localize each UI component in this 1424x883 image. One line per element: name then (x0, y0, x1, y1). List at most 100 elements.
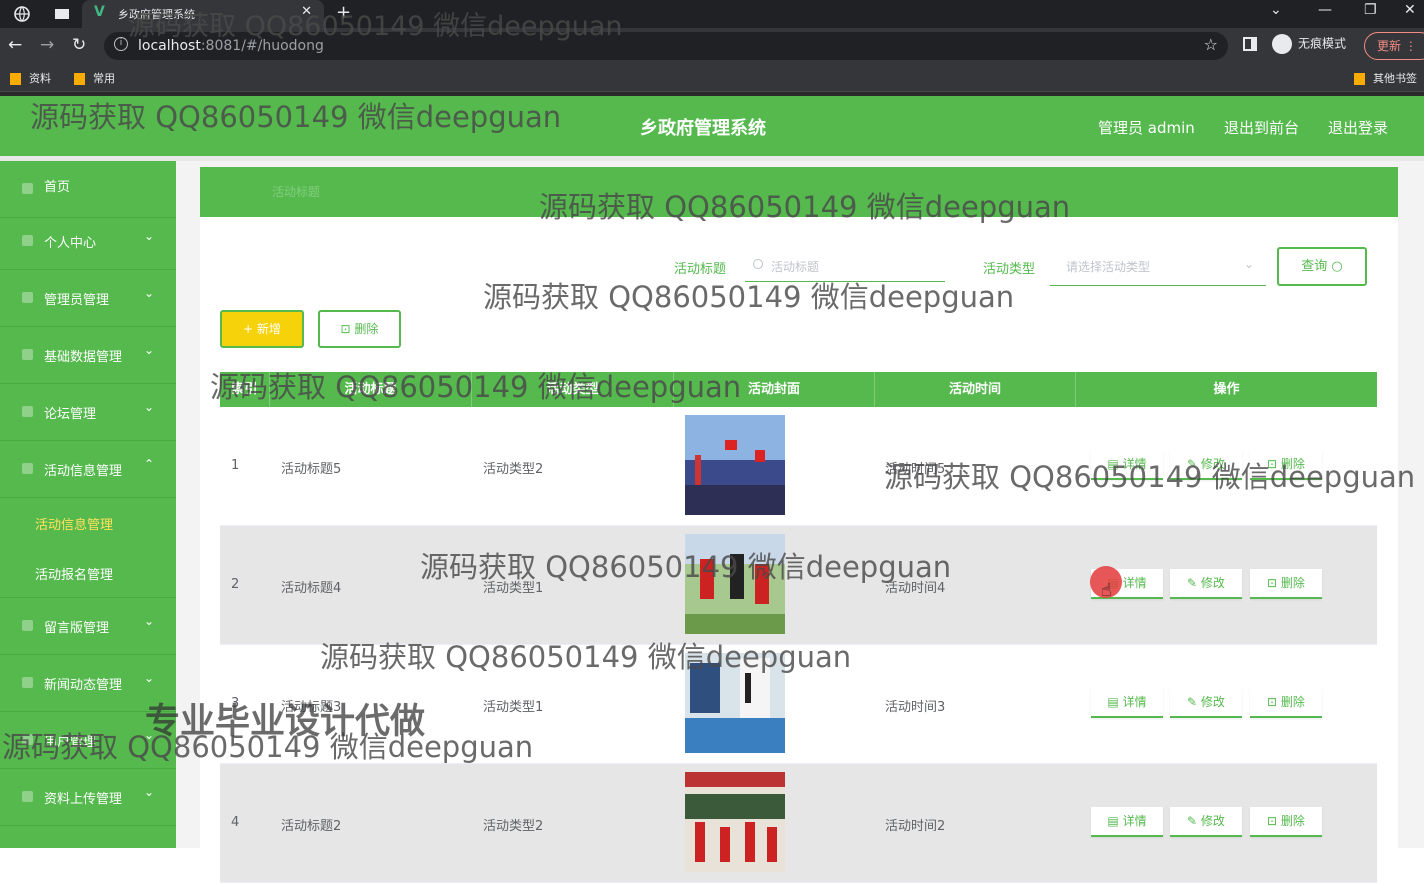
chevron-down-icon: ⌄ (144, 671, 155, 685)
pencil-icon: ✎ (1187, 814, 1201, 828)
folder-icon (1354, 73, 1365, 85)
sidebar-item-guestbook[interactable]: 留言版管理 ⌄ (0, 598, 176, 655)
sidebar-item-label: 管理员管理 (44, 293, 110, 308)
sidebar-subitem-activity-signup[interactable]: 活动报名管理 (0, 548, 176, 598)
other-bookmarks[interactable]: 其他书签 (1354, 70, 1417, 86)
logout-link[interactable]: 退出登录 (1328, 117, 1388, 138)
cell-type: 活动类型2 (483, 462, 544, 477)
edit-button[interactable]: ✎ 修改 (1170, 807, 1242, 837)
back-arrow-icon[interactable]: ← (8, 35, 22, 55)
chevron-down-icon: ⌄ (144, 614, 155, 628)
sidebar-item-label: 留言版管理 (44, 621, 110, 636)
detail-button[interactable]: ▤ 详情 (1091, 807, 1163, 837)
incognito-indicator[interactable]: 无痕模式 (1272, 34, 1346, 54)
chevron-down-icon: ⌄ (144, 785, 155, 799)
upload-icon (22, 791, 33, 802)
activity-icon (22, 463, 33, 474)
bookmark-folder-ziliao[interactable]: 资料 (10, 70, 51, 86)
sidebar-item-home[interactable]: 首页 (0, 161, 176, 218)
bookmarks-bar: 资料 常用 其他书签 (0, 64, 1424, 92)
detail-button[interactable]: ▤ 详情 (1091, 688, 1163, 718)
column-header: 操作 (1213, 382, 1240, 397)
bookmark-star-icon[interactable]: ☆ (1204, 35, 1218, 54)
batch-delete-button[interactable]: ⊡ 删除 (318, 310, 401, 348)
reload-icon[interactable]: ↻ (72, 35, 86, 55)
watermark-text: 源码获取 QQ86050149 微信deepguan (128, 11, 623, 42)
activity-table: 索引 活动标题 活动类型 活动封面 活动时间 操作 1 活动标题5 活动类型2 … (220, 372, 1377, 883)
watermark-text: 源码获取 QQ86050149 微信deepguan (320, 640, 852, 674)
watermark-text: 源码获取 QQ86050149 微信deepguan (420, 550, 952, 584)
folder-icon (10, 73, 21, 85)
table-row: 4 活动标题2 活动类型2 活动时间2 ▤ 详情 ✎ 修改 ⊡ 删除 (220, 764, 1377, 883)
sidebar-item-label: 首页 (44, 180, 71, 195)
sidebar-item-label: 活动信息管理 (44, 464, 123, 479)
cell-title: 活动标题5 (281, 462, 342, 477)
title-placeholder: 活动标题 (771, 260, 820, 274)
edit-button[interactable]: ✎ 修改 (1170, 688, 1242, 718)
folder-icon (74, 73, 85, 85)
chevron-up-icon: ⌃ (144, 457, 155, 471)
news-icon (22, 677, 33, 688)
sidebar-item-label: 基础数据管理 (44, 350, 123, 365)
side-panel-icon[interactable] (1243, 37, 1257, 51)
restore-icon[interactable]: ❐ (1364, 2, 1377, 18)
sidebar-item-admin[interactable]: 管理员管理 ⌄ (0, 270, 176, 327)
delete-button[interactable]: ⊡ 删除 (1250, 807, 1322, 837)
sidebar-item-label: 论坛管理 (44, 407, 97, 422)
sidebar-item-label: 个人中心 (44, 236, 97, 251)
incognito-globe-icon (14, 6, 30, 22)
user-icon (22, 235, 33, 246)
add-button[interactable]: + 新增 (220, 310, 304, 348)
watermark-text: 源码获取 QQ86050149 微信deepguan (483, 280, 1015, 314)
window-close-icon[interactable]: ✕ (1404, 2, 1416, 18)
search-icon: ○ (1331, 259, 1343, 274)
sidebar-item-upload[interactable]: 资料上传管理 ⌄ (0, 769, 176, 826)
trash-icon: ⊡ (340, 322, 355, 336)
minimize-icon[interactable]: — (1318, 2, 1332, 18)
type-select[interactable]: 请选择活动类型 ⌄ (1050, 250, 1266, 286)
delete-button[interactable]: ⊡ 删除 (1250, 688, 1322, 718)
site-info-icon[interactable]: i (114, 37, 128, 51)
watermark-text: 源码获取 QQ86050149 微信deepguan (884, 460, 1416, 494)
forward-arrow-icon[interactable]: → (40, 35, 54, 55)
admin-icon (22, 292, 33, 303)
delete-button[interactable]: ⊡ 删除 (1250, 569, 1322, 599)
watermark-text: 源码获取 QQ86050149 微信deepguan (539, 190, 1071, 224)
cell-title: 活动标题2 (281, 819, 342, 834)
breadcrumb: 活动标题 (272, 185, 321, 199)
cell-type: 活动类型1 (483, 700, 544, 715)
query-button[interactable]: 查询 ○ (1277, 247, 1367, 286)
sidebar-item-base-data[interactable]: 基础数据管理 ⌄ (0, 327, 176, 384)
search-icon (753, 259, 763, 269)
cell-time: 活动时间3 (885, 700, 946, 715)
trash-icon: ⊡ (1267, 814, 1281, 828)
chevron-down-icon: ⌄ (144, 400, 155, 414)
tab-list-chevron-icon[interactable]: ⌄ (1270, 2, 1282, 18)
chevron-down-icon: ⌄ (144, 229, 155, 243)
chevron-down-icon: ⌄ (1243, 257, 1254, 271)
pencil-icon: ✎ (1187, 576, 1201, 590)
cell-index: 4 (231, 815, 240, 830)
edit-button[interactable]: ✎ 修改 (1170, 569, 1242, 599)
tab-search-icon[interactable] (54, 6, 70, 22)
document-icon: ▤ (1107, 814, 1123, 828)
sidebar-item-personal-center[interactable]: 个人中心 ⌄ (0, 213, 176, 270)
sidebar-subitem-activity-info[interactable]: 活动信息管理 (0, 498, 176, 548)
bookmark-folder-changyong[interactable]: 常用 (74, 70, 115, 86)
forum-icon (22, 406, 33, 417)
exit-to-front-link[interactable]: 退出到前台 (1224, 117, 1299, 138)
message-icon (22, 620, 33, 631)
sidebar-item-forum[interactable]: 论坛管理 ⌄ (0, 384, 176, 441)
activity-cover-image (685, 772, 785, 872)
update-button[interactable]: 更新 ⋮ (1364, 32, 1424, 60)
sidebar-item-activity[interactable]: 活动信息管理 ⌃ (0, 441, 176, 498)
incognito-avatar-icon (1272, 34, 1292, 54)
type-placeholder: 请选择活动类型 (1066, 260, 1151, 274)
hand-cursor-icon: ☝ (1101, 580, 1112, 601)
sidebar-subitem-label: 活动报名管理 (35, 568, 114, 583)
sidebar-item-label: 新闻动态管理 (44, 678, 123, 693)
sidebar-item-label: 资料上传管理 (44, 792, 123, 807)
column-header: 活动时间 (875, 372, 1076, 407)
cell-index: 2 (231, 577, 240, 592)
site-title: 乡政府管理系统 (640, 118, 766, 139)
